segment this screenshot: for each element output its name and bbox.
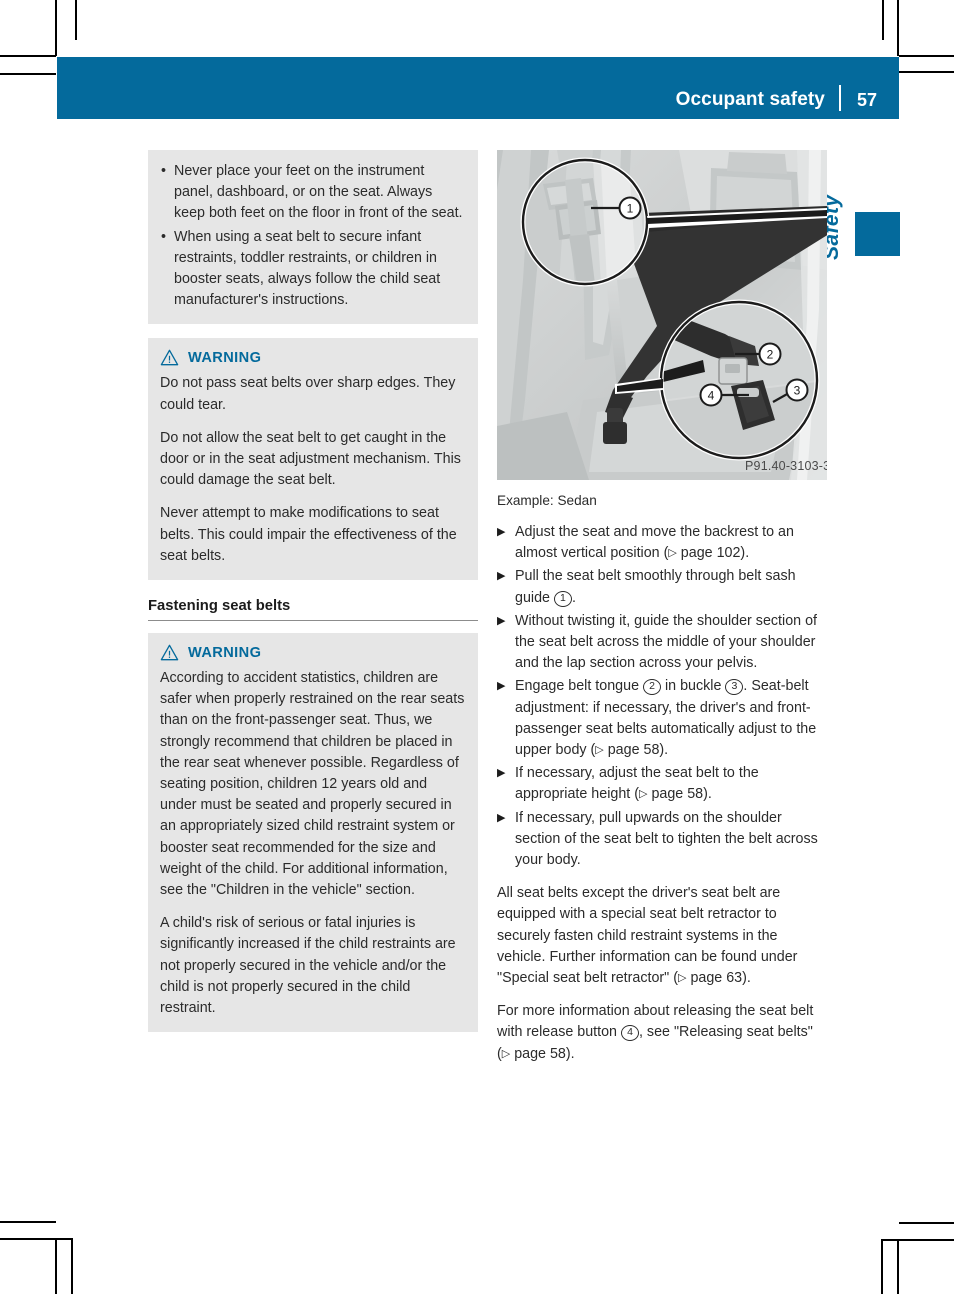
body-paragraph: All seat belts except the driver's seat … (497, 885, 798, 987)
crop-mark-top-left-vertical-inner (75, 0, 77, 40)
chapter-tab-marker (855, 212, 900, 256)
warning-paragraph: According to accident statistics, childr… (160, 670, 465, 899)
step-triangle-icon: ▶ (497, 526, 506, 538)
procedure-step: ▶ If necessary, adjust the seat belt to t… (497, 763, 827, 805)
warning-triangle-icon (160, 644, 179, 661)
procedure-step-text: Adjust the seat and move the backrest to… (515, 524, 794, 562)
step-triangle-icon: ▶ (497, 680, 506, 693)
warning-paragraph: A child's risk of serious or fatal injur… (160, 915, 456, 1017)
warning-header: WARNING (160, 644, 466, 661)
bullet-dot-icon: • (161, 163, 167, 179)
figure-reference-code: P91.40-3103-31 (745, 459, 827, 473)
list-item: • When using a seat belt to secure infan… (160, 227, 466, 312)
callout-reference-3: 3 (725, 679, 744, 696)
procedure-step-text: If necessary, adjust the seat belt to th… (515, 765, 759, 803)
page-reference-triangle-icon: ▷ (668, 547, 677, 560)
svg-text:3: 3 (794, 384, 801, 398)
crop-mark-bottom-left-horizontal-outer (0, 1221, 56, 1223)
warning-label: WARNING (188, 644, 262, 661)
procedure-step-text: Pull the seat belt smoothly through belt… (515, 568, 796, 607)
note-box: • Never place your feet on the instrumen… (148, 150, 478, 325)
procedure-step: ▶ Adjust the seat and move the backrest t… (497, 522, 827, 564)
procedure-step: ▶ Without twisting it, guide the shoulder… (497, 611, 827, 675)
section-heading: Fastening seat belts (148, 598, 478, 622)
step-triangle-icon: ▶ (497, 570, 506, 583)
procedure-step: ▶ If necessary, pull upwards on the shoul… (497, 808, 827, 872)
svg-text:1: 1 (627, 202, 634, 216)
warning-paragraph: Do not allow the seat belt to get caught… (160, 429, 461, 489)
callout-reference-2: 2 (643, 679, 661, 696)
bullet-dot-icon: • (161, 228, 167, 245)
warning-box-child-restraint: WARNING According to accident statistics… (148, 633, 478, 1033)
page-reference-triangle-icon: ▷ (501, 1047, 511, 1060)
crop-mark-bottom-left-vertical-outer (55, 1240, 57, 1294)
list-item-text: Never place your feet on the instrument … (174, 163, 463, 222)
note-bullet-list: • Never place your feet on the instrumen… (160, 161, 466, 311)
warning-paragraph: Do not pass seat belts over sharp edges.… (160, 375, 456, 413)
body-paragraph: For more information about releasing the… (497, 1003, 814, 1062)
crop-mark-top-left-horizontal-inner (0, 73, 56, 75)
seat-belt-illustration: 1 2 3 4 P91.40-3103-3 (497, 150, 827, 480)
svg-text:4: 4 (708, 389, 715, 403)
list-item-text: When using a seat belt to secure infant … (174, 228, 441, 309)
page-reference-triangle-icon: ▷ (595, 744, 604, 757)
crop-mark-top-right-vertical-inner (882, 0, 884, 40)
warning-box-seat-belt-care: WARNING Do not pass seat belts over shar… (148, 338, 478, 581)
crop-mark-bottom-left-horizontal-inner (0, 1238, 72, 1240)
crop-mark-bottom-right-vertical-outer (897, 1239, 899, 1294)
crop-mark-bottom-left-vertical-inner (71, 1238, 73, 1294)
figure-caption: Example: Sedan (497, 493, 597, 508)
procedure-step-text: If necessary, pull upwards on the should… (515, 809, 818, 869)
page-title: Occupant safety (675, 89, 825, 110)
left-column: • Never place your feet on the instrumen… (148, 150, 478, 1046)
crop-mark-top-right-horizontal-inner (899, 71, 954, 73)
callout-reference-1: 1 (553, 590, 572, 607)
crop-mark-top-right-vertical-outer (897, 0, 899, 56)
page-header-bar: Occupant safety 57 (57, 57, 899, 119)
right-column: 1 2 3 4 P91.40-3103-3 Example: Sedan ▶ A… (497, 150, 827, 1065)
crop-mark-bottom-right-horizontal-inner (883, 1239, 954, 1241)
procedure-step-text: Engage belt tongue 2 in buckle 3. Seat-b… (515, 678, 817, 759)
list-item: • Never place your feet on the instrumen… (160, 161, 466, 225)
crop-mark-top-left-horizontal-outer (0, 55, 56, 57)
warning-header: WARNING (160, 349, 466, 366)
procedure-step-list: ▶ Adjust the seat and move the backrest t… (497, 522, 827, 871)
crop-mark-bottom-right-horizontal-outer (899, 1222, 954, 1224)
page-number: 57 (856, 90, 877, 110)
crop-mark-top-right-horizontal-outer (899, 55, 954, 57)
page-header-inner: Occupant safety 57 (676, 85, 899, 112)
step-triangle-icon: ▶ (497, 614, 506, 627)
crop-mark-top-left-vertical-outer (55, 0, 57, 56)
seat-belt-figure: 1 2 3 4 P91.40-3103-3 (497, 150, 827, 480)
step-triangle-icon: ▶ (497, 767, 506, 780)
page-reference-triangle-icon: ▷ (678, 972, 687, 985)
page-reference-triangle-icon: ▷ (639, 788, 648, 801)
warning-paragraph: Never attempt to make modifications to s… (160, 505, 457, 564)
step-triangle-icon: ▶ (497, 811, 506, 824)
warning-triangle-icon (160, 350, 179, 366)
crop-mark-bottom-right-vertical-inner (881, 1239, 883, 1294)
procedure-step: ▶ Engage belt tongue 2 in buckle 3. Seat-… (497, 676, 827, 761)
procedure-step: ▶ Pull the seat belt smoothly through bel… (497, 566, 827, 608)
warning-label: WARNING (188, 349, 262, 366)
callout-reference-4: 4 (620, 1025, 639, 1042)
closing-paragraphs: All seat belts except the driver's seat … (497, 883, 827, 1065)
svg-text:2: 2 (767, 348, 774, 362)
procedure-step-text: Without twisting it, guide the shoulder … (515, 612, 817, 672)
